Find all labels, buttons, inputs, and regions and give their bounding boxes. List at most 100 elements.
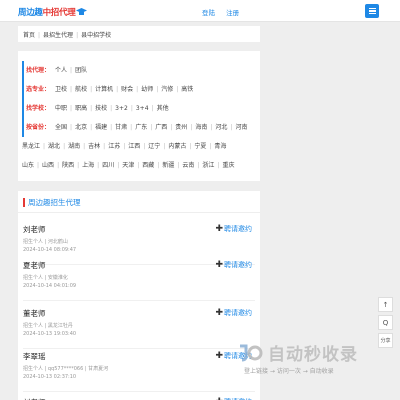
filter-option[interactable]: 云南 <box>182 162 194 169</box>
filter-option[interactable]: 山西 <box>42 162 54 169</box>
watermark-text: 自动秒收录 <box>268 345 358 365</box>
watermark-logo-icon <box>240 344 263 362</box>
separator: | <box>130 124 133 131</box>
filter-option[interactable]: 天津 <box>122 162 134 169</box>
separator: | <box>130 105 133 112</box>
breadcrumb-agents[interactable]: 县招生代理 <box>43 32 73 39</box>
filter-option[interactable]: 全国 <box>55 124 67 131</box>
separator: | <box>143 143 146 150</box>
graduation-cap-icon <box>76 7 88 16</box>
filter-option[interactable]: 湖北 <box>48 143 60 150</box>
list-item[interactable]: 夏老师 招生个人 | 安徽淮化 2024-10-14 04:01:09 ✚聘请邀约 <box>23 260 255 289</box>
filter-option[interactable]: 青海 <box>214 143 226 150</box>
agent-date: 2024-10-13 19:03:40 <box>23 331 77 337</box>
filter-option[interactable]: 高铁 <box>181 86 193 93</box>
filter-option[interactable]: 新疆 <box>162 162 174 169</box>
filter-option[interactable]: 上海 <box>82 162 94 169</box>
filter-option[interactable]: 陕西 <box>62 162 74 169</box>
menu-icon[interactable] <box>365 4 379 18</box>
filter-option[interactable]: 宁夏 <box>194 143 206 150</box>
filter-option[interactable]: 内蒙古 <box>168 143 186 150</box>
filter-option[interactable]: 职高 <box>75 105 87 112</box>
filter-option[interactable]: 其他 <box>157 105 169 112</box>
separator: | <box>70 105 73 112</box>
list-item[interactable]: 刘老师 招生个人 | 河北鹤山 2024-10-14 08:09:47 ✚聘请邀约 <box>23 224 255 253</box>
login-link[interactable]: 登陆 <box>202 9 215 17</box>
watermark: 自动秒收录 登上链接 → 访问一次 → 自动收录 <box>238 340 398 380</box>
separator: | <box>57 162 60 169</box>
filter-option[interactable]: 江西 <box>128 143 140 150</box>
filter-option[interactable]: 3+4 <box>136 105 149 112</box>
separator: | <box>150 124 153 131</box>
filter-option[interactable]: 黑龙江 <box>22 143 40 150</box>
filter-option[interactable]: 汽修 <box>161 86 173 93</box>
filter-option[interactable]: 广东 <box>135 124 147 131</box>
separator: | <box>103 143 106 150</box>
filter-option[interactable]: 个人 <box>55 67 67 74</box>
separator: | <box>176 86 179 93</box>
breadcrumb-home[interactable]: 首页 <box>23 32 35 39</box>
invite-button[interactable]: ✚聘请邀约 <box>215 224 252 234</box>
filter-row-agent: 找代理： 个人 | 团队 <box>22 61 256 80</box>
filter-option[interactable]: 福建 <box>95 124 107 131</box>
filter-option[interactable]: 贵州 <box>175 124 187 131</box>
separator: | <box>151 105 154 112</box>
filter-option[interactable]: 北京 <box>75 124 87 131</box>
filter-option[interactable]: 吉林 <box>88 143 100 150</box>
list-item[interactable]: 董老师 招生个人 | 黑龙江牡丹 2024-10-13 19:03:40 ✚聘请邀约 <box>23 308 255 337</box>
filter-option[interactable]: 河南 <box>235 124 247 131</box>
filter-option[interactable]: 中职 <box>55 105 67 112</box>
filter-option[interactable]: 海南 <box>195 124 207 131</box>
filter-option[interactable]: 航校 <box>75 86 87 93</box>
filter-option[interactable]: 重庆 <box>222 162 234 169</box>
filter-option[interactable]: 西藏 <box>142 162 154 169</box>
separator: | <box>116 86 119 93</box>
watermark-subtext: 登上链接 → 访问一次 → 自动收录 <box>244 368 334 375</box>
separator: | <box>157 162 160 169</box>
invite-button[interactable]: ✚聘请邀约 <box>215 260 252 270</box>
filter-option[interactable]: 四川 <box>102 162 114 169</box>
separator: | <box>110 105 113 112</box>
search-icon[interactable]: Q <box>378 315 393 330</box>
filter-option[interactable]: 幼师 <box>141 86 153 93</box>
filter-option[interactable]: 广西 <box>155 124 167 131</box>
separator: | <box>83 143 86 150</box>
breadcrumb-schools[interactable]: 县中招学校 <box>81 32 111 39</box>
agent-meta: 招生个人 | 河北鹤山 <box>23 239 68 245</box>
filter-option[interactable]: 技校 <box>95 105 107 112</box>
filter-option[interactable]: 卫校 <box>55 86 67 93</box>
separator: | <box>163 143 166 150</box>
filter-option[interactable]: 江苏 <box>108 143 120 150</box>
filter-option[interactable]: 财会 <box>121 86 133 93</box>
filter-option[interactable]: 浙江 <box>202 162 214 169</box>
separator: | <box>70 124 73 131</box>
separator: | <box>117 162 120 169</box>
plus-icon: ✚ <box>215 224 223 234</box>
filter-option[interactable]: 团队 <box>75 67 87 74</box>
agent-date: 2024-10-14 08:09:47 <box>23 247 77 253</box>
filter-panel: 找代理： 个人 | 团队 选专业： 卫校 | 航校 | 计算机 | 财会 | 幼师 | 汽修 | 高铁 找学校：… <box>18 51 260 181</box>
filter-option[interactable]: 计算机 <box>95 86 113 93</box>
separator: | <box>170 124 173 131</box>
list-header: 周边趣招生代理 <box>18 191 260 213</box>
separator: | <box>90 124 93 131</box>
agent-meta: 招生个人 | qq577****066 | 甘肃夏河 <box>23 366 109 372</box>
invite-button[interactable]: ✚聘请邀约 <box>215 308 252 318</box>
filter-option[interactable]: 山东 <box>22 162 34 169</box>
separator: | <box>197 162 200 169</box>
breadcrumb: 首页 | 县招生代理 | 县中招学校 <box>18 26 260 42</box>
site-logo[interactable]: 周边趣中招代理 <box>18 5 88 18</box>
filter-option[interactable]: 3+2 <box>115 105 128 112</box>
filter-option[interactable]: 河北 <box>215 124 227 131</box>
filter-option[interactable]: 湖南 <box>68 143 80 150</box>
separator: | <box>217 162 220 169</box>
plus-icon: ✚ <box>215 308 223 318</box>
separator: | <box>123 143 126 150</box>
filter-option[interactable]: 甘肃 <box>115 124 127 131</box>
register-link[interactable]: 注册 <box>226 9 239 17</box>
separator: | <box>210 124 213 131</box>
list-item[interactable]: 李翠瑶 招生个人 | qq577****066 | 甘肃夏河 2024-10-13 … <box>23 351 255 380</box>
agent-date: 2024-10-14 04:01:09 <box>23 283 77 289</box>
filter-option[interactable]: 辽宁 <box>148 143 160 150</box>
back-to-top-button[interactable]: ↑ <box>378 297 393 312</box>
